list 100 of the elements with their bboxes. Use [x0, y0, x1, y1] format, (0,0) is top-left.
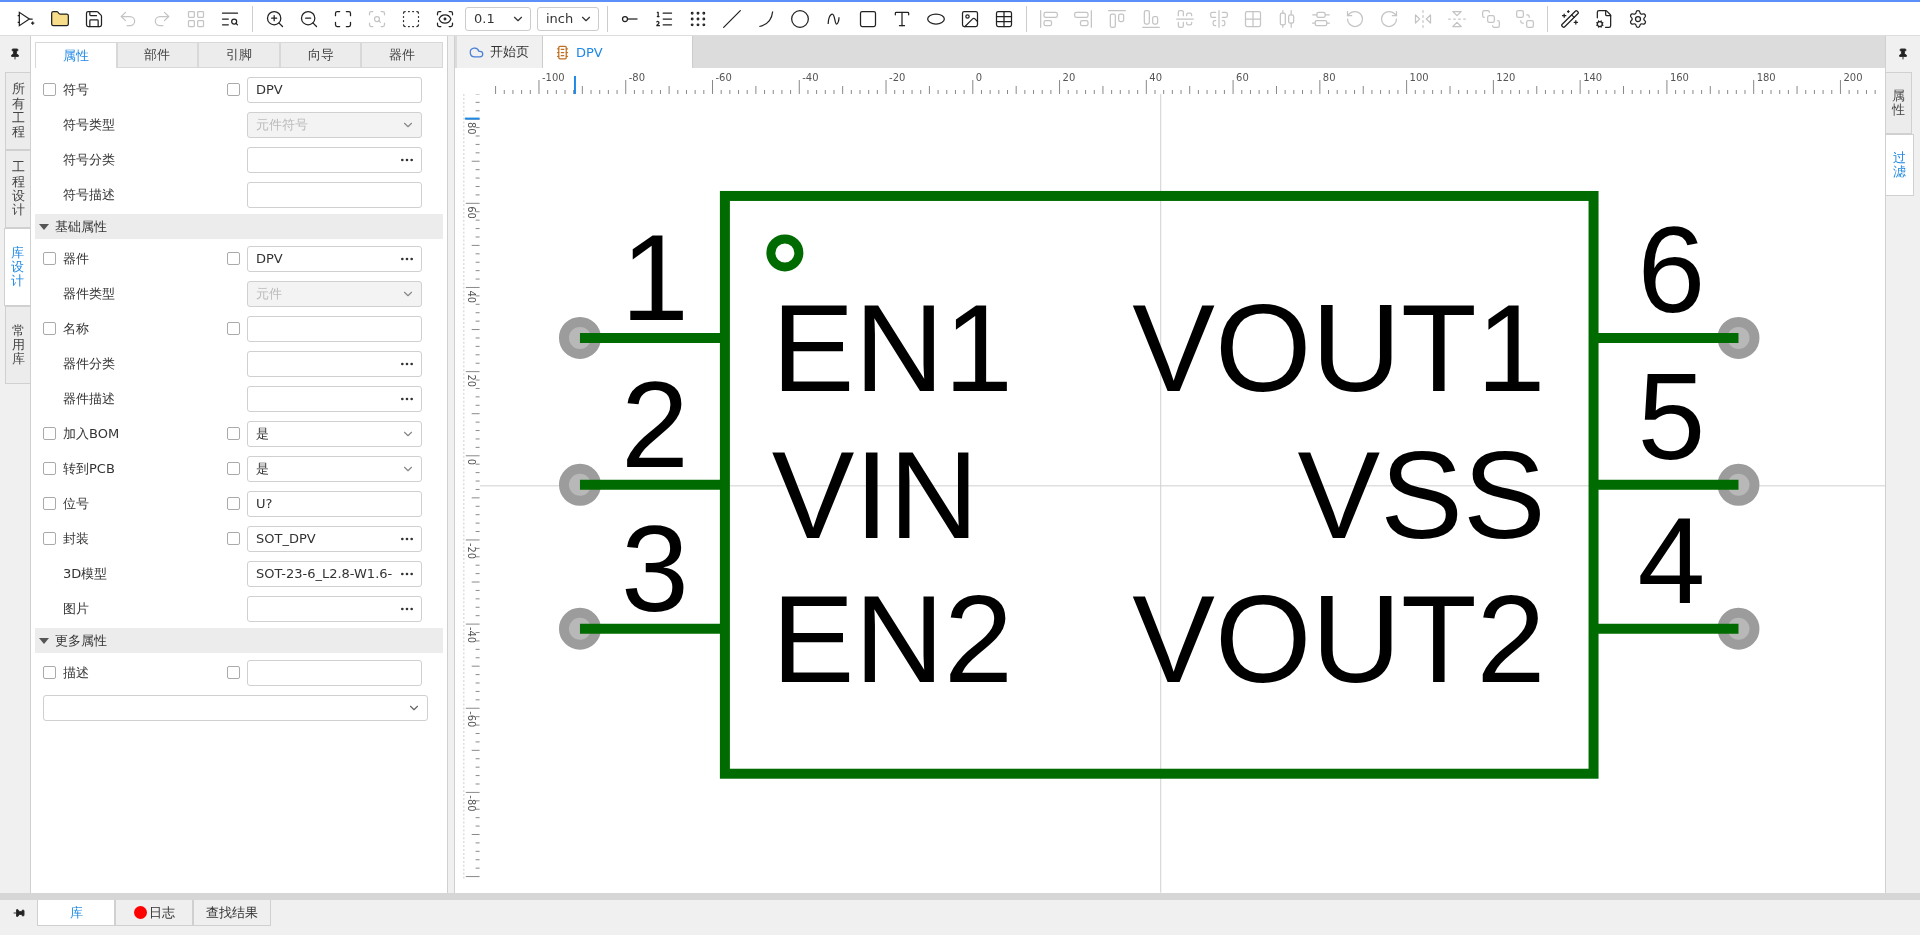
pin-number: 3 — [620, 500, 689, 637]
settings-icon[interactable] — [1628, 8, 1648, 29]
checkbox[interactable] — [43, 427, 56, 440]
panel-tab[interactable]: 向导 — [279, 42, 362, 68]
document-gear-icon[interactable] — [1594, 8, 1614, 29]
browse-field[interactable] — [247, 350, 422, 377]
ruler-label: -20 — [465, 542, 477, 559]
property-label: 封装 — [63, 529, 90, 548]
panel-tab[interactable]: 器件 — [361, 42, 443, 68]
text-field[interactable] — [247, 315, 422, 342]
checkbox[interactable] — [43, 462, 56, 475]
checkbox[interactable] — [43, 666, 56, 679]
chip-icon — [555, 44, 570, 60]
dropdown[interactable]: 0.1 — [465, 6, 531, 31]
pin-number: 6 — [1637, 201, 1705, 338]
pin-end-circle — [1717, 607, 1760, 650]
panel-tab[interactable]: 引脚 — [198, 42, 280, 68]
checkbox[interactable] — [43, 532, 56, 545]
arc-icon[interactable] — [756, 8, 776, 29]
section-header[interactable]: 更多属性 — [35, 628, 443, 653]
scan-eye-icon[interactable] — [435, 8, 455, 29]
dashed-square-icon[interactable] — [401, 8, 421, 29]
browse-field[interactable] — [247, 146, 422, 173]
browse-field[interactable]: DPV — [247, 245, 422, 272]
pin-icon[interactable] — [12, 907, 25, 919]
dropdown[interactable]: 是 — [247, 420, 422, 447]
checkbox[interactable] — [43, 252, 56, 265]
line-icon[interactable] — [722, 8, 742, 29]
text-field[interactable]: DPV — [247, 76, 422, 103]
image-icon[interactable] — [960, 8, 980, 29]
ruler-label: -40 — [465, 627, 477, 644]
zoom-in-icon[interactable] — [265, 8, 285, 29]
bottom-tab[interactable]: 查找结果 — [193, 900, 271, 926]
text-field[interactable]: U? — [247, 490, 422, 517]
browse-field[interactable]: SOT_DPV — [247, 525, 422, 552]
panel-tab[interactable]: 部件 — [116, 42, 199, 68]
checkbox[interactable] — [227, 252, 240, 265]
cursor-marker — [463, 117, 480, 120]
expand-icon[interactable] — [333, 8, 353, 29]
folder-icon[interactable] — [50, 8, 70, 29]
property-label: 符号描述 — [63, 185, 116, 204]
text-field[interactable] — [247, 181, 422, 208]
ruler-label: 0 — [465, 458, 477, 465]
property-label: 符号类型 — [63, 115, 116, 134]
ruler-label: 80 — [465, 122, 477, 135]
checkbox[interactable] — [227, 427, 240, 440]
checkbox[interactable] — [227, 497, 240, 510]
checkbox[interactable] — [227, 322, 240, 335]
side-tab[interactable]: 所有工程 — [5, 72, 30, 150]
side-tab[interactable]: 库设计 — [4, 228, 30, 306]
document-tab[interactable]: DPV — [543, 36, 693, 68]
checkbox[interactable] — [227, 532, 240, 545]
ruler-label: 160 — [1669, 72, 1689, 83]
panel-tab[interactable]: 属性 — [35, 42, 117, 68]
splitter[interactable] — [447, 36, 455, 893]
browse-field[interactable] — [247, 595, 422, 622]
pin-name: VIN — [771, 425, 979, 564]
property-label: 符号分类 — [63, 150, 116, 169]
magic-wand-icon[interactable] — [1560, 8, 1580, 29]
ruler-label: 40 — [1148, 72, 1162, 83]
dropdown[interactable] — [43, 694, 428, 721]
pin-end-circle — [1717, 316, 1760, 359]
dropdown[interactable]: inch — [537, 6, 599, 31]
side-tab[interactable]: 工程设计 — [5, 150, 30, 228]
dropdown[interactable]: 是 — [247, 455, 422, 482]
checkbox[interactable] — [43, 322, 56, 335]
table-icon[interactable] — [994, 8, 1014, 29]
pin-icon[interactable] — [9, 48, 21, 60]
pin-number: 1 — [620, 209, 689, 346]
circle-icon[interactable] — [790, 8, 810, 29]
browse-field[interactable]: SOT-23-6_L2.8-W1.6- — [247, 560, 422, 587]
ruler-label: -60 — [465, 711, 477, 728]
rectangle-icon[interactable] — [858, 8, 878, 29]
pin-name: EN2 — [771, 569, 1013, 708]
checkbox[interactable] — [43, 497, 56, 510]
pin-number: 5 — [1637, 348, 1705, 485]
checkbox[interactable] — [43, 83, 56, 96]
pin-end-circle — [558, 607, 601, 650]
ruler-label: 100 — [1409, 72, 1429, 83]
checkbox[interactable] — [227, 83, 240, 96]
pin-icon[interactable] — [1897, 48, 1909, 60]
browse-field[interactable] — [247, 385, 422, 412]
property-label: 描述 — [63, 663, 90, 682]
side-tab[interactable]: 常用库 — [5, 306, 30, 384]
ruler-label: 20 — [1062, 72, 1075, 83]
zoom-out-icon[interactable] — [299, 8, 319, 29]
checkbox[interactable] — [227, 462, 240, 475]
bottom-tab[interactable]: 日志 — [115, 900, 193, 926]
side-tab[interactable]: 过滤 — [1886, 134, 1914, 196]
pin-number: 4 — [1637, 492, 1705, 629]
section-header[interactable]: 基础属性 — [35, 214, 443, 239]
save-icon[interactable] — [84, 8, 104, 29]
side-tab[interactable]: 属性 — [1886, 72, 1912, 134]
pin-number: 2 — [620, 356, 689, 493]
cursor-marker — [573, 75, 576, 94]
bottom-tab[interactable]: 库 — [37, 900, 115, 926]
ruler-label: 60 — [1235, 72, 1249, 83]
document-tab[interactable]: 开始页 — [457, 36, 543, 68]
text-field[interactable] — [247, 659, 422, 686]
checkbox[interactable] — [227, 666, 240, 679]
